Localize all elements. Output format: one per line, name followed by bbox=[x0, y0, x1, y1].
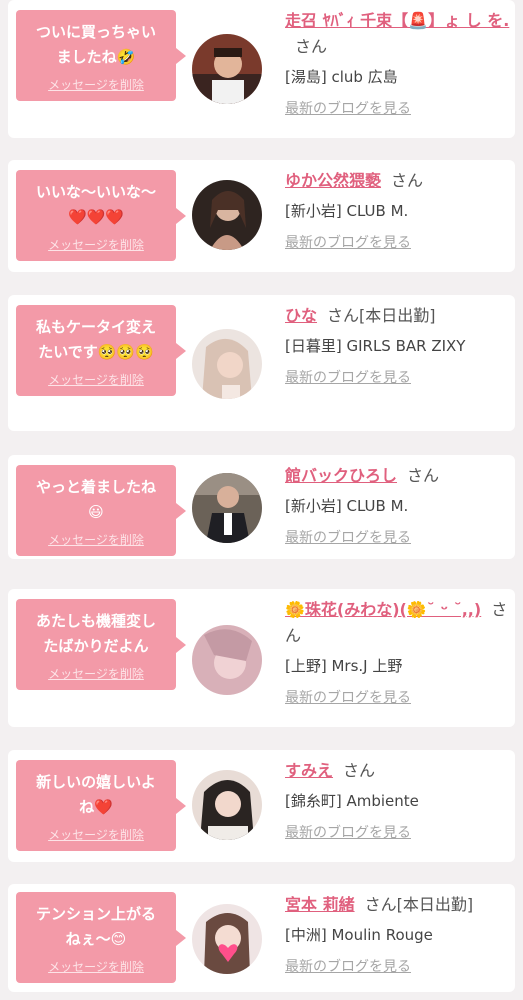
delete-message-link[interactable]: メッセージを削除 bbox=[24, 958, 168, 975]
sender-info: 走召 ﾔﾊﾞｨ 千束【🚨】ょ し を. さん [湯島] club 広島 最新のブロ… bbox=[285, 8, 510, 118]
message-text: 私もケータイ変え たいです🥺🥺🥺 bbox=[35, 318, 156, 361]
shop-name: [新小岩] CLUB M. bbox=[285, 202, 409, 220]
message-text: あたしも機種変し たばかりだよん bbox=[35, 612, 156, 655]
sender-name-link[interactable]: 館バックひろし bbox=[285, 466, 397, 485]
delete-message-link[interactable]: メッセージを削除 bbox=[24, 371, 168, 388]
message-card: ついに買っちゃい ましたね🤣 メッセージを削除 走召 ﾔﾊﾞｨ 千束【🚨】ょ し… bbox=[8, 0, 515, 138]
avatar[interactable] bbox=[192, 904, 262, 974]
sender-name-link[interactable]: ひな bbox=[285, 306, 317, 325]
sender-name-link[interactable]: 🌼珠花(みわな)(🌼˘ ᵕ ˘,,) bbox=[285, 600, 481, 619]
message-bubble: あたしも機種変し たばかりだよん メッセージを削除 bbox=[16, 599, 186, 690]
honorific: さん bbox=[327, 306, 360, 325]
message-bubble: 私もケータイ変え たいです🥺🥺🥺 メッセージを削除 bbox=[16, 305, 186, 396]
message-bubble: いいな〜いいな〜 ❤️❤️❤️ メッセージを削除 bbox=[16, 170, 186, 261]
latest-blog-link[interactable]: 最新のブログを見る bbox=[285, 687, 510, 707]
honorific: さん bbox=[407, 466, 440, 485]
shop-name: [錦糸町] Ambiente bbox=[285, 792, 419, 810]
sender-info: 館バックひろし さん [新小岩] CLUB M. 最新のブログを見る bbox=[285, 463, 510, 547]
message-text: 新しいの嬉しいよ ね❤️ bbox=[36, 773, 156, 816]
message-card: やっと着ましたね 😃 メッセージを削除 館バックひろし さん [新小岩] CLUB… bbox=[8, 455, 515, 559]
latest-blog-link[interactable]: 最新のブログを見る bbox=[285, 956, 510, 976]
sender-info: ゆか公然猥褻 さん [新小岩] CLUB M. 最新のブログを見る bbox=[285, 168, 510, 252]
latest-blog-link[interactable]: 最新のブログを見る bbox=[285, 232, 510, 252]
shop-name: [日暮里] GIRLS BAR ZIXY bbox=[285, 337, 466, 355]
latest-blog-link[interactable]: 最新のブログを見る bbox=[285, 98, 510, 118]
message-text: テンション上がる ねぇ〜😊 bbox=[35, 905, 156, 948]
latest-blog-link[interactable]: 最新のブログを見る bbox=[285, 527, 510, 547]
sender-info: すみえ さん [錦糸町] Ambiente 最新のブログを見る bbox=[285, 758, 510, 842]
shop-name: [湯島] club 広島 bbox=[285, 68, 398, 86]
message-bubble: テンション上がる ねぇ〜😊 メッセージを削除 bbox=[16, 892, 186, 983]
sender-name-link[interactable]: 走召 ﾔﾊﾞｨ 千束【🚨】ょ し を. bbox=[285, 11, 509, 30]
honorific: さん bbox=[343, 761, 376, 780]
message-card: いいな〜いいな〜 ❤️❤️❤️ メッセージを削除 ゆか公然猥褻 さん [新小岩] … bbox=[8, 160, 515, 272]
message-card: 新しいの嬉しいよ ね❤️ メッセージを削除 すみえ さん [錦糸町] Ambien… bbox=[8, 750, 515, 862]
message-bubble: やっと着ましたね 😃 メッセージを削除 bbox=[16, 465, 186, 556]
message-text: ついに買っちゃい ましたね🤣 bbox=[35, 23, 156, 66]
shop-name: [上野] Mrs.J 上野 bbox=[285, 657, 403, 675]
honorific: さん bbox=[364, 895, 397, 914]
avatar[interactable] bbox=[192, 329, 262, 399]
message-text: いいな〜いいな〜 ❤️❤️❤️ bbox=[35, 183, 156, 226]
sender-info: 宮本 莉緒 さん[本日出勤] [中洲] Moulin Rouge 最新のブログを見… bbox=[285, 892, 510, 976]
shop-name: [新小岩] CLUB M. bbox=[285, 497, 409, 515]
latest-blog-link[interactable]: 最新のブログを見る bbox=[285, 822, 510, 842]
work-status: [本日出勤] bbox=[359, 306, 436, 325]
delete-message-link[interactable]: メッセージを削除 bbox=[24, 665, 168, 682]
sender-name-link[interactable]: すみえ bbox=[285, 761, 333, 780]
sender-info: 🌼珠花(みわな)(🌼˘ ᵕ ˘,,) さん [上野] Mrs.J 上野 最新のブロ… bbox=[285, 597, 510, 707]
honorific: さん bbox=[295, 37, 328, 56]
sender-name-link[interactable]: ゆか公然猥褻 bbox=[285, 171, 381, 190]
work-status: [本日出勤] bbox=[396, 895, 474, 914]
message-card: 私もケータイ変え たいです🥺🥺🥺 メッセージを削除 ひな さん[本日出勤] [日暮… bbox=[8, 295, 515, 431]
delete-message-link[interactable]: メッセージを削除 bbox=[24, 236, 168, 253]
avatar[interactable] bbox=[192, 770, 262, 840]
message-card: あたしも機種変し たばかりだよん メッセージを削除 🌼珠花(みわな)(🌼˘ ᵕ … bbox=[8, 589, 515, 727]
delete-message-link[interactable]: メッセージを削除 bbox=[24, 531, 168, 548]
sender-name-link[interactable]: 宮本 莉緒 bbox=[285, 895, 355, 914]
delete-message-link[interactable]: メッセージを削除 bbox=[24, 76, 168, 93]
message-card: テンション上がる ねぇ〜😊 メッセージを削除 宮本 莉緒 さん[本日出勤] [中洲… bbox=[8, 884, 515, 992]
avatar[interactable] bbox=[192, 180, 262, 250]
avatar[interactable] bbox=[192, 625, 262, 695]
honorific: さん bbox=[391, 171, 424, 190]
avatar[interactable] bbox=[192, 473, 262, 543]
message-bubble: ついに買っちゃい ましたね🤣 メッセージを削除 bbox=[16, 10, 186, 101]
message-bubble: 新しいの嬉しいよ ね❤️ メッセージを削除 bbox=[16, 760, 186, 851]
avatar[interactable] bbox=[192, 34, 262, 104]
shop-name: [中洲] Moulin Rouge bbox=[285, 926, 433, 944]
sender-info: ひな さん[本日出勤] [日暮里] GIRLS BAR ZIXY 最新のブログを見… bbox=[285, 303, 510, 387]
latest-blog-link[interactable]: 最新のブログを見る bbox=[285, 367, 510, 387]
message-text: やっと着ましたね 😃 bbox=[35, 478, 156, 521]
delete-message-link[interactable]: メッセージを削除 bbox=[24, 826, 168, 843]
